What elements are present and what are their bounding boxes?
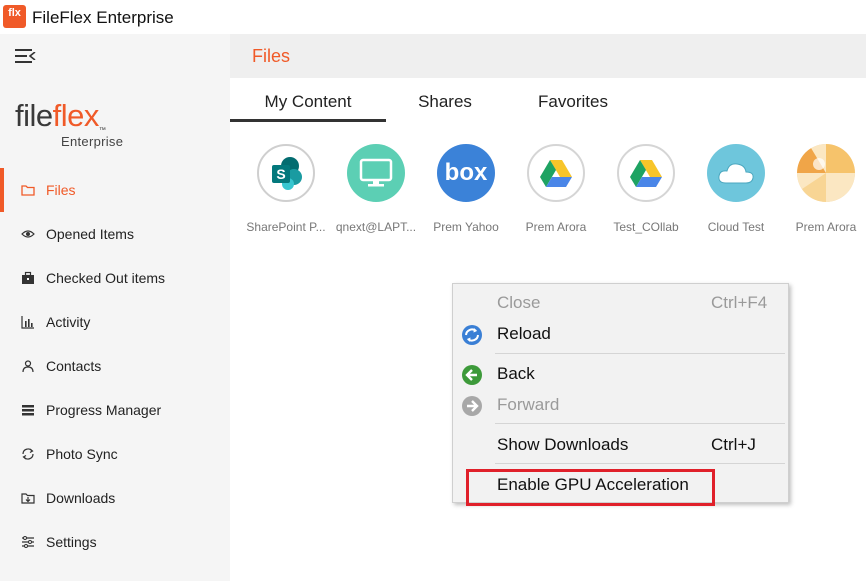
bar-chart-icon xyxy=(20,314,36,330)
source-item[interactable]: qnext@LAPT... xyxy=(331,144,421,234)
source-label: Prem Arora xyxy=(795,220,857,234)
download-folder-icon xyxy=(20,490,36,506)
person-icon xyxy=(20,358,36,374)
sidebar-item-label: Contacts xyxy=(46,358,102,374)
sliders-icon xyxy=(20,534,36,550)
source-item[interactable]: box Prem Yahoo xyxy=(421,144,511,234)
google-drive-icon xyxy=(617,144,675,202)
sidebar-item-photo-sync[interactable]: Photo Sync xyxy=(0,432,230,476)
menu-item-label: Back xyxy=(497,364,535,383)
sidebar-item-label: Activity xyxy=(46,314,91,330)
source-item[interactable]: Prem Arora xyxy=(511,144,601,234)
page-header: Files xyxy=(230,34,866,78)
menu-item-label: Show Downloads xyxy=(497,435,629,454)
sidebar-item-opened-items[interactable]: Opened Items xyxy=(0,212,230,256)
sidebar-item-activity[interactable]: Activity xyxy=(0,300,230,344)
source-item[interactable]: Cloud Test xyxy=(691,144,781,234)
sidebar-item-settings[interactable]: Settings xyxy=(0,520,230,564)
sidebar-item-label: Photo Sync xyxy=(46,446,118,462)
menu-item-label: Forward xyxy=(497,395,560,414)
sidebar: fileflex™ Enterprise Files Opened Items … xyxy=(0,34,230,581)
title-bar: flx FileFlex Enterprise xyxy=(0,0,866,34)
sidebar-nav: Files Opened Items Checked Out items Act… xyxy=(0,168,230,564)
source-item[interactable]: Prem Arora xyxy=(781,144,866,234)
app-logo-icon: flx xyxy=(3,5,26,28)
sidebar-item-label: Downloads xyxy=(46,490,116,506)
sidebar-item-downloads[interactable]: Downloads xyxy=(0,476,230,520)
sidebar-item-checked-out-items[interactable]: Checked Out items xyxy=(0,256,230,300)
menu-item-label: Close xyxy=(497,293,541,312)
sidebar-item-label: Settings xyxy=(46,534,97,550)
sidebar-item-label: Progress Manager xyxy=(46,402,162,418)
sync-icon xyxy=(20,446,36,462)
menu-item-shortcut: Ctrl+F4 xyxy=(711,293,768,312)
reload-icon xyxy=(461,324,483,346)
source-label: Cloud Test xyxy=(707,220,765,234)
briefcase-icon xyxy=(20,270,36,286)
highlight-box xyxy=(466,469,715,506)
stack-icon xyxy=(20,402,36,418)
menu-item-reload[interactable]: Reload xyxy=(453,320,788,350)
sidebar-item-label: Files xyxy=(46,182,76,198)
monitor-icon xyxy=(347,144,405,202)
menu-item-close[interactable]: Close Ctrl+F4 xyxy=(453,289,788,319)
menu-item-forward[interactable]: Forward xyxy=(453,391,788,421)
fileflex-logo: fileflex™ Enterprise xyxy=(15,98,124,149)
menu-separator xyxy=(495,353,785,354)
page-title: Files xyxy=(252,46,291,66)
content-tabs: My Content Shares Favorites xyxy=(230,80,866,124)
folder-icon xyxy=(20,182,36,198)
back-arrow-icon xyxy=(461,364,483,386)
sharepoint-icon: S xyxy=(257,144,315,202)
menu-toggle-icon[interactable] xyxy=(15,48,36,64)
source-label: qnext@LAPT... xyxy=(335,220,417,234)
source-label: SharePoint P... xyxy=(246,220,326,234)
sidebar-item-contacts[interactable]: Contacts xyxy=(0,344,230,388)
menu-separator xyxy=(495,423,785,424)
sidebar-item-label: Checked Out items xyxy=(46,270,166,286)
sidebar-item-label: Opened Items xyxy=(46,226,134,242)
source-item[interactable]: S SharePoint P... xyxy=(241,144,331,234)
sidebar-item-files[interactable]: Files xyxy=(0,168,230,212)
menu-item-show-downloads[interactable]: Show Downloads Ctrl+J xyxy=(453,431,788,461)
menu-item-label: Reload xyxy=(497,324,551,343)
menu-item-back[interactable]: Back xyxy=(453,360,788,390)
forward-arrow-icon xyxy=(461,395,483,417)
tab-favorites[interactable]: Favorites xyxy=(520,80,626,122)
source-label: Prem Arora xyxy=(525,220,587,234)
source-item[interactable]: Test_COllab xyxy=(601,144,691,234)
source-label: Test_COllab xyxy=(613,220,679,234)
cloud-icon xyxy=(707,144,765,202)
tab-shares[interactable]: Shares xyxy=(400,80,490,122)
source-label: Prem Yahoo xyxy=(433,220,499,234)
menu-item-shortcut: Ctrl+J xyxy=(711,435,756,454)
tab-my-content[interactable]: My Content xyxy=(230,80,386,122)
google-drive-icon xyxy=(527,144,585,202)
window-title: FileFlex Enterprise xyxy=(32,8,174,27)
eye-icon xyxy=(20,226,36,242)
beach-ball-icon xyxy=(797,144,855,202)
menu-separator xyxy=(495,463,785,464)
box-icon: box xyxy=(437,144,495,202)
sidebar-item-progress-manager[interactable]: Progress Manager xyxy=(0,388,230,432)
svg-text:S: S xyxy=(276,166,285,182)
